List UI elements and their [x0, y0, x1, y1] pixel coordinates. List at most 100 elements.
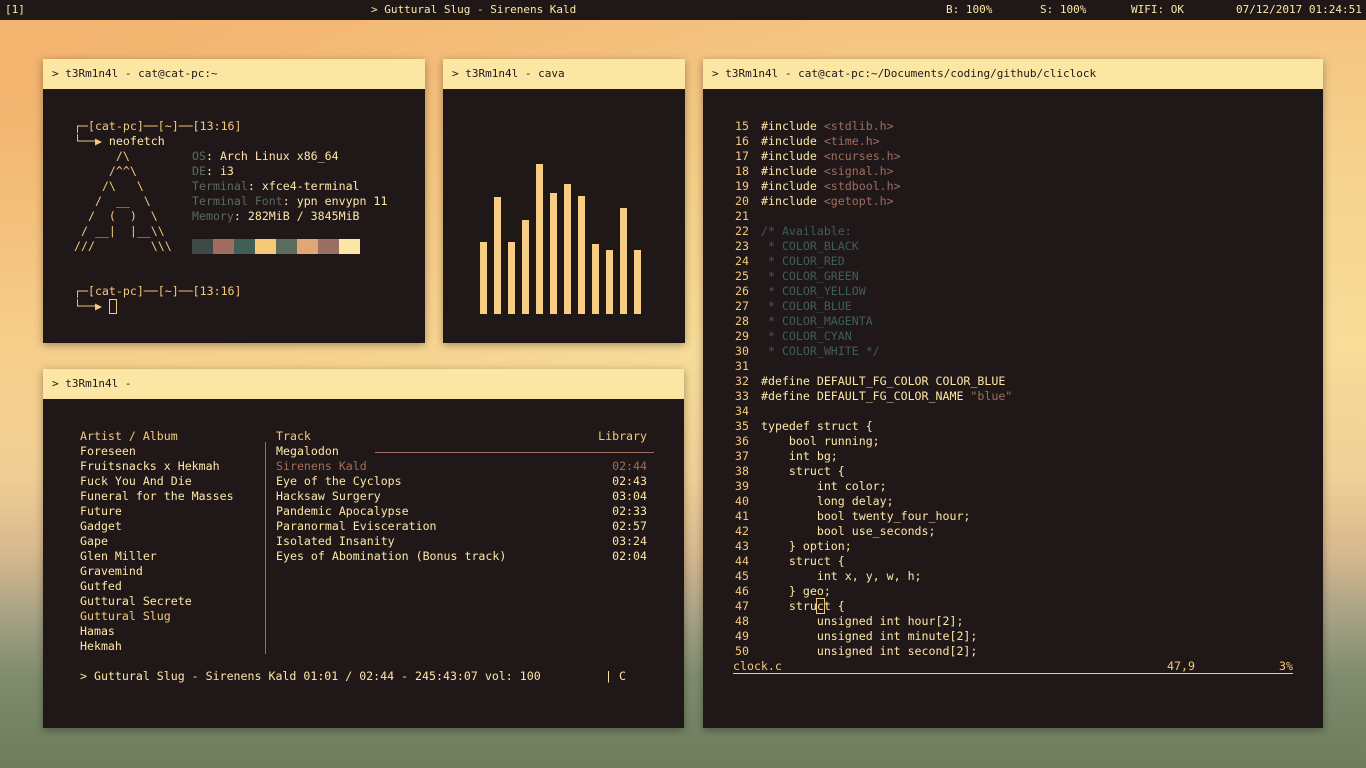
window-title: > t3Rm1n4l - cava: [443, 59, 685, 89]
ascii-line: / ( ) \: [74, 209, 158, 223]
line-number: 18: [735, 164, 749, 178]
track-length: 02:57: [612, 519, 647, 533]
artist-item[interactable]: Gadget: [80, 519, 234, 534]
line-number: 47: [735, 599, 749, 613]
artist-item[interactable]: Gape: [80, 534, 234, 549]
track-row[interactable]: Eyes of Abomination (Bonus track) 02:04: [276, 549, 647, 564]
track-row[interactable]: Eye of the Cyclops 02:43: [276, 474, 647, 489]
workspace-indicator[interactable]: [1]: [5, 0, 25, 20]
terminal-window-neofetch[interactable]: > t3Rm1n4l - cat@cat-pc:~ ┌─[cat-pc]──[~…: [43, 59, 425, 343]
artist-item[interactable]: Fruitsnacks x Hekmah: [80, 459, 234, 474]
code-line: 33 #define DEFAULT_FG_COLOR_NAME "blue": [735, 389, 1012, 404]
code-line: 39 int color;: [735, 479, 1012, 494]
track-row[interactable]: Isolated Insanity 03:24: [276, 534, 647, 549]
line-number: 33: [735, 389, 749, 403]
visualizer-bar: [494, 197, 501, 314]
code-line: 37 int bg;: [735, 449, 1012, 464]
track-name: Hacksaw Surgery: [276, 489, 381, 503]
code-line: 34: [735, 404, 1012, 419]
artist-item[interactable]: Gutfed: [80, 579, 234, 594]
code-line: 44 struct {: [735, 554, 1012, 569]
artist-item[interactable]: Hamas: [80, 624, 234, 639]
line-number: 22: [735, 224, 749, 238]
ascii-line: / __ \: [74, 194, 151, 208]
info-value: 282MiB / 3845MiB: [247, 209, 360, 223]
code-token: * COLOR_RED: [761, 254, 845, 268]
code-line: 32 #define DEFAULT_FG_COLOR COLOR_BLUE: [735, 374, 1012, 389]
code-token: <signal.h>: [823, 164, 894, 178]
code-token: #include: [761, 134, 824, 148]
visualizer-bar: [522, 219, 529, 314]
info-value: Arch Linux x86_64: [219, 149, 339, 163]
code-line: 30 * COLOR_WHITE */: [735, 344, 1012, 359]
info-sep: :: [247, 179, 262, 193]
code-token: <stdbool.h>: [823, 179, 901, 193]
code-line: 42 bool use_seconds;: [735, 524, 1012, 539]
artist-item[interactable]: Future: [80, 504, 234, 519]
visualizer-bar: [592, 243, 599, 314]
line-number: 17: [735, 149, 749, 163]
audio-visualizer: [480, 164, 650, 314]
code-line: 46 } geo;: [735, 584, 1012, 599]
line-number: 20: [735, 194, 749, 208]
track-row[interactable]: Paranormal Evisceration 02:57: [276, 519, 647, 534]
code-token: #include: [761, 179, 824, 193]
line-number: 34: [735, 404, 749, 418]
code-token: stru: [761, 599, 817, 613]
prompt-input-line[interactable]: └──▶: [74, 299, 117, 314]
info-row: Terminal: xfce4-terminal: [192, 179, 387, 194]
artist-item[interactable]: Gravemind: [80, 564, 234, 579]
line-number: 15: [735, 119, 749, 133]
color-swatch: [255, 239, 276, 254]
ascii-line: /\ \: [74, 179, 144, 193]
code-line: 18 #include <signal.h>: [735, 164, 1012, 179]
artist-item[interactable]: Funeral for the Masses: [80, 489, 234, 504]
code-line: 24 * COLOR_RED: [735, 254, 1012, 269]
color-swatch: [339, 239, 360, 254]
color-swatch: [318, 239, 339, 254]
code-line: 28 * COLOR_MAGENTA: [735, 314, 1012, 329]
line-number: 16: [735, 134, 749, 148]
code-line: 15 #include <stdlib.h>: [735, 119, 1012, 134]
prompt-line-2: ┌─[cat-pc]──[~]──[13:16]: [74, 284, 242, 298]
code-line: 47 struct {: [735, 598, 1012, 614]
artist-item[interactable]: Hekmah: [80, 639, 234, 654]
artist-item[interactable]: Fuck You And Die: [80, 474, 234, 489]
terminal-window-cmus[interactable]: > t3Rm1n4l - Artist / Album Foreseen Frui…: [43, 369, 684, 728]
code-token: } geo;: [761, 584, 831, 598]
code-token: bool use_seconds;: [761, 524, 936, 538]
code-line: 22 /* Available:: [735, 224, 1012, 239]
status-bar: [1] > Guttural Slug - Sirenens Kald B: 1…: [0, 0, 1366, 20]
info-value: i3: [219, 164, 234, 178]
code-token: #include: [761, 194, 824, 208]
line-number: 44: [735, 554, 749, 568]
track-row[interactable]: Pandemic Apocalypse 02:33: [276, 504, 647, 519]
code-line: 40 long delay;: [735, 494, 1012, 509]
terminal-window-cava[interactable]: > t3Rm1n4l - cava: [443, 59, 685, 343]
line-number: 49: [735, 629, 749, 643]
info-row: Memory: 282MiB / 3845MiB: [192, 209, 387, 224]
artist-item[interactable]: Foreseen: [80, 444, 234, 459]
track-length: 02:44: [612, 459, 647, 473]
player-flags: | C: [605, 669, 626, 683]
code-editor[interactable]: 15 #include <stdlib.h> 16 #include <time.h>…: [735, 119, 1012, 659]
line-number: 31: [735, 359, 749, 373]
track-row[interactable]: Sirenens Kald 02:44: [276, 459, 647, 474]
track-row[interactable]: Hacksaw Surgery 03:04: [276, 489, 647, 504]
artist-item[interactable]: Guttural Slug: [80, 609, 234, 624]
album-header: Megalodon: [276, 444, 339, 458]
track-length: 02:04: [612, 549, 647, 563]
terminal-window-vim[interactable]: > t3Rm1n4l - cat@cat-pc:~/Documents/codi…: [703, 59, 1323, 728]
code-token: * COLOR_CYAN: [761, 329, 852, 343]
info-sep: :: [233, 209, 248, 223]
artist-item[interactable]: Guttural Secrete: [80, 594, 234, 609]
prompt-line: ┌─[cat-pc]──[~]──[13:16]: [74, 119, 242, 133]
color-swatch: [192, 239, 213, 254]
info-key: OS: [192, 149, 206, 163]
color-swatch: [213, 239, 234, 254]
datetime: 07/12/2017 01:24:51 PM: [1236, 3, 1362, 16]
artist-item[interactable]: Glen Miller: [80, 549, 234, 564]
track-length: 03:24: [612, 534, 647, 548]
prompt-arrow: └──▶: [74, 299, 109, 313]
battery-status: B: 100%: [946, 3, 993, 16]
